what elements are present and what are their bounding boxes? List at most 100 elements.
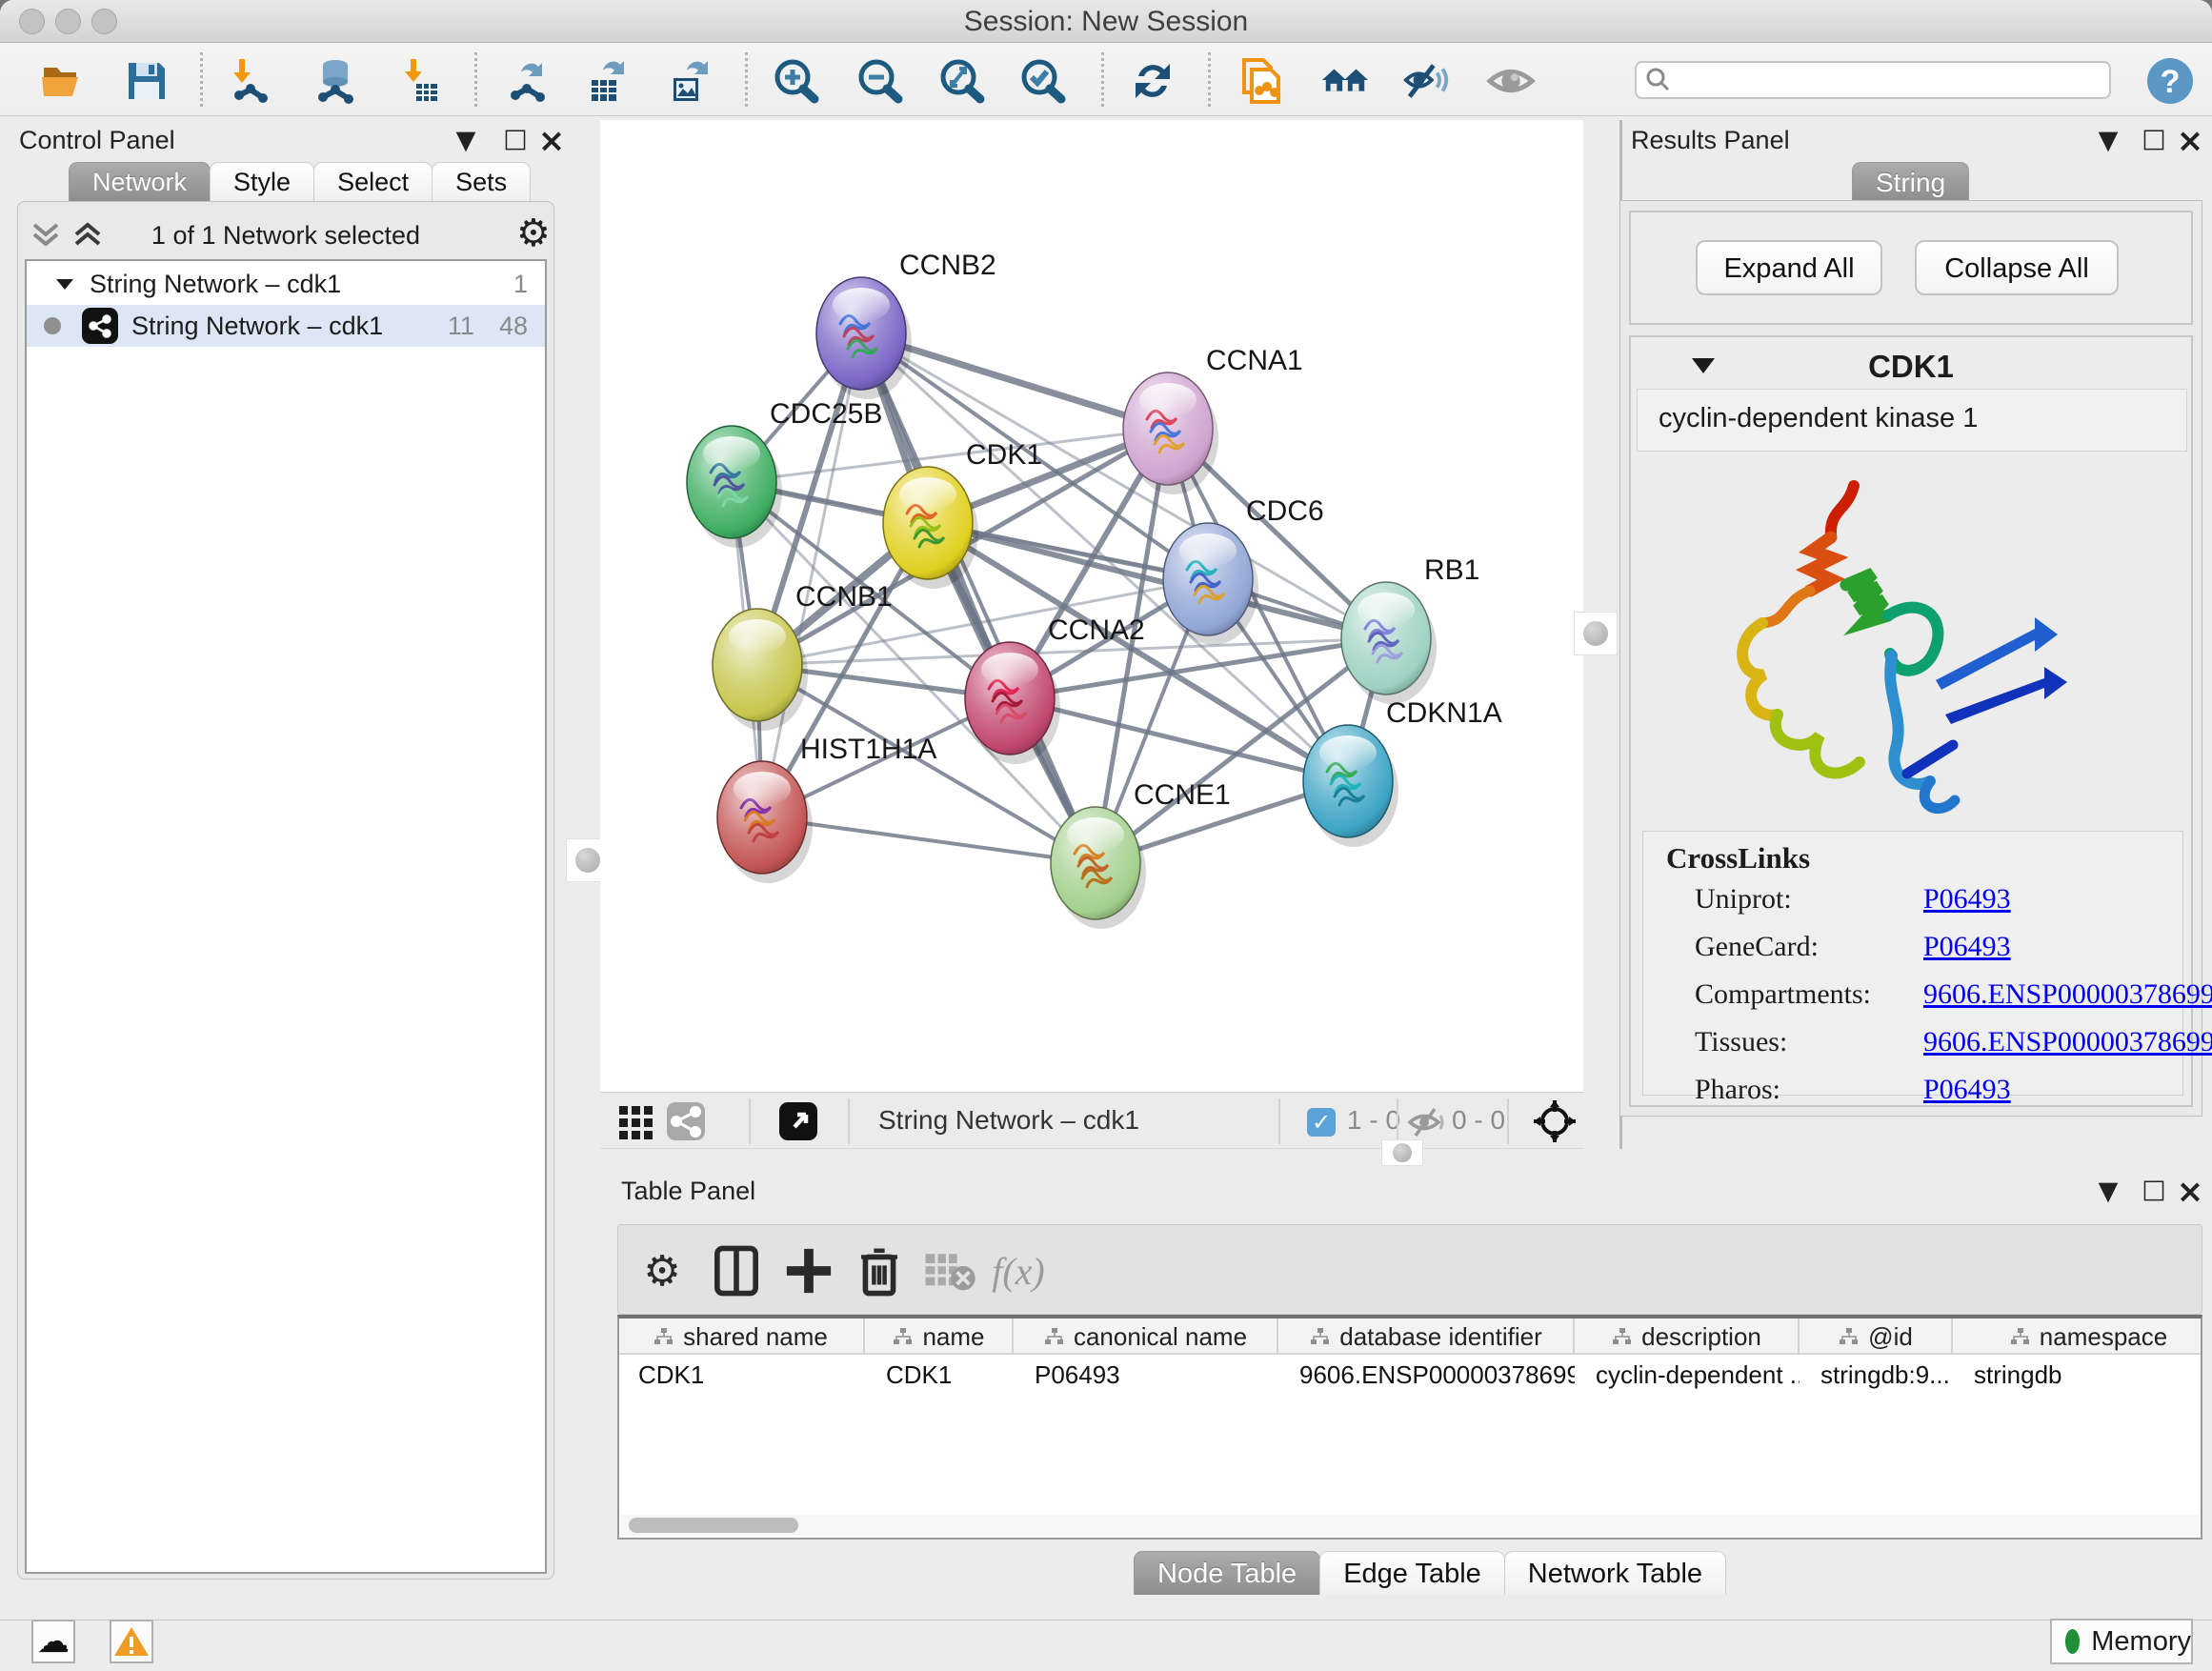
table-panel-menu-icon[interactable]: ▼: [2092, 1177, 2124, 1206]
network-node[interactable]: [717, 761, 813, 883]
table-cell[interactable]: cyclin-dependent ...: [1577, 1357, 1800, 1393]
help-button[interactable]: ?: [2145, 56, 2195, 106]
tab-string[interactable]: String: [1852, 162, 1969, 201]
tab-select[interactable]: Select: [313, 162, 432, 201]
table-settings-gear-icon[interactable]: ⚙: [635, 1244, 689, 1298]
add-column-icon[interactable]: [782, 1244, 835, 1298]
export-table-button[interactable]: [583, 56, 633, 106]
zoom-fit-button[interactable]: [937, 56, 987, 106]
memory-button[interactable]: Memory: [2050, 1619, 2193, 1664]
network-collection-row[interactable]: String Network – cdk1 1: [27, 263, 545, 305]
network-node[interactable]: [1303, 725, 1398, 847]
column-header[interactable]: canonical name: [1016, 1319, 1278, 1355]
refresh-button[interactable]: [1128, 56, 1177, 106]
grid-view-icon[interactable]: [617, 1102, 655, 1140]
tab-edge-table[interactable]: Edge Table: [1319, 1551, 1505, 1595]
collapse-expand-controls[interactable]: [30, 219, 107, 253]
crosslink-link[interactable]: P06493: [1923, 931, 2011, 963]
string-hide-button[interactable]: [1402, 56, 1452, 106]
string-export-document-button[interactable]: [1237, 56, 1286, 106]
network-node-count: 11: [448, 312, 474, 341]
cloud-status-button[interactable]: ☁: [31, 1620, 75, 1663]
import-table-file-button[interactable]: [394, 56, 444, 106]
column-tree-icon: [1613, 1328, 1632, 1345]
hidden-node-edge-counter: 0 - 0: [1452, 1105, 1505, 1136]
network-node[interactable]: [1051, 807, 1146, 929]
tab-network[interactable]: Network: [69, 162, 211, 201]
crosslink-link[interactable]: P06493: [1923, 883, 2011, 916]
zoom-selected-button[interactable]: [1018, 56, 1068, 106]
share-view-icon[interactable]: [665, 1100, 707, 1142]
table-cell[interactable]: CDK1: [619, 1357, 865, 1393]
network-list: String Network – cdk1 1 String Network –…: [25, 259, 547, 1574]
column-header[interactable]: name: [867, 1319, 1014, 1355]
table-panel-close-icon[interactable]: ×: [2174, 1173, 2206, 1211]
table-cell[interactable]: stringdb: [1955, 1357, 2202, 1393]
string-home-button[interactable]: [1320, 56, 1370, 106]
show-columns-icon[interactable]: [710, 1244, 763, 1298]
toolbar-separator: [1278, 1098, 1280, 1144]
birdseye-toggle-icon[interactable]: [777, 1100, 819, 1142]
zoom-in-button[interactable]: [772, 56, 821, 106]
tab-network-table[interactable]: Network Table: [1504, 1551, 1726, 1595]
results-panel-float-icon[interactable]: □: [2138, 124, 2170, 153]
import-network-database-button[interactable]: [311, 56, 360, 106]
column-header[interactable]: shared name: [619, 1319, 865, 1355]
network-canvas[interactable]: CCNB2CCNA1CDC25BCDK1CDC6RB1CCNB1CCNA2CDK…: [600, 120, 1583, 1092]
collapse-all-button[interactable]: Collapse All: [1915, 240, 2119, 295]
node-table[interactable]: shared name name canonical name database…: [617, 1315, 2202, 1540]
main-toolbar: ?: [0, 43, 2212, 116]
network-node[interactable]: [883, 467, 978, 589]
horizontal-splitter-handle[interactable]: [1381, 1139, 1423, 1166]
import-network-file-button[interactable]: [225, 56, 274, 106]
table-horizontal-scrollbar[interactable]: [621, 1515, 2199, 1536]
delete-column-trash-icon[interactable]: [853, 1244, 906, 1298]
table-cell[interactable]: stringdb:9...: [1801, 1357, 1953, 1393]
column-header[interactable]: @id: [1801, 1319, 1953, 1355]
export-image-button[interactable]: [665, 56, 714, 106]
network-row-selected[interactable]: String Network – cdk1 11 48: [27, 305, 545, 347]
network-node[interactable]: [1341, 582, 1437, 704]
table-cell[interactable]: 9606.ENSP00000378699: [1280, 1357, 1575, 1393]
selected-checkbox-icon[interactable]: ✓: [1307, 1108, 1336, 1137]
crosslink-link[interactable]: P06493: [1923, 1074, 2011, 1106]
zoom-out-button[interactable]: [855, 56, 905, 106]
open-session-button[interactable]: [38, 56, 88, 106]
scrollbar-thumb[interactable]: [629, 1518, 798, 1533]
control-panel-float-icon[interactable]: □: [499, 124, 532, 153]
warnings-button[interactable]: [110, 1620, 153, 1663]
table-cell[interactable]: CDK1: [867, 1357, 1014, 1393]
svg-text:?: ?: [2161, 64, 2181, 100]
network-node[interactable]: [816, 277, 912, 399]
control-panel-menu-icon[interactable]: ▼: [450, 126, 482, 155]
results-panel-menu-icon[interactable]: ▼: [2092, 126, 2124, 155]
crosshair-icon[interactable]: [1532, 1098, 1578, 1144]
results-panel-close-icon[interactable]: ×: [2174, 122, 2206, 160]
collection-expander-icon[interactable]: [53, 272, 76, 295]
search-input[interactable]: [1680, 64, 2109, 96]
save-session-button[interactable]: [122, 56, 171, 106]
network-node[interactable]: [965, 642, 1060, 764]
crosslink-link[interactable]: 9606.ENSP00000378699: [1923, 1026, 2212, 1058]
control-panel-close-icon[interactable]: ×: [535, 122, 568, 160]
export-network-button[interactable]: [503, 56, 553, 106]
expand-all-button[interactable]: Expand All: [1696, 240, 1882, 295]
table-cell[interactable]: P06493: [1016, 1357, 1278, 1393]
crosslinks-box: CrossLinks Uniprot: P06493 GeneCard: P06…: [1642, 831, 2183, 1096]
network-node[interactable]: [713, 609, 808, 731]
network-node[interactable]: [1163, 523, 1258, 645]
column-header[interactable]: description: [1577, 1319, 1800, 1355]
tab-node-table[interactable]: Node Table: [1134, 1551, 1320, 1595]
tab-sets[interactable]: Sets: [432, 162, 531, 201]
right-splitter-handle[interactable]: [1574, 612, 1618, 655]
string-eye-disabled-button[interactable]: [1486, 56, 1536, 106]
column-header[interactable]: namespace: [1955, 1319, 2202, 1355]
function-builder-button[interactable]: f(x): [992, 1244, 1045, 1298]
table-panel-float-icon[interactable]: □: [2138, 1175, 2170, 1204]
delete-table-icon[interactable]: [923, 1244, 976, 1298]
network-node[interactable]: [687, 426, 782, 548]
column-header[interactable]: database identifier: [1280, 1319, 1575, 1355]
tab-style[interactable]: Style: [210, 162, 314, 201]
network-options-gear-icon[interactable]: ⚙: [516, 211, 551, 255]
crosslink-link[interactable]: 9606.ENSP00000378699: [1923, 978, 2212, 1011]
